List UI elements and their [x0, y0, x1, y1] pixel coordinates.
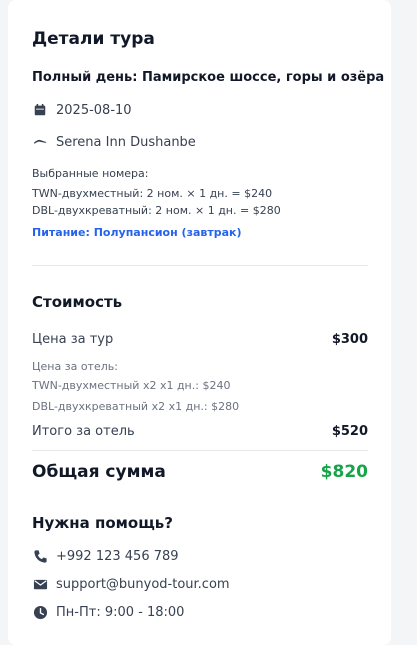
hotel-total-label: Итого за отель — [32, 424, 135, 439]
rooms-label: Выбранные номера: — [32, 167, 149, 180]
hotel-row: Serena Inn Dushanbe — [32, 134, 196, 150]
office-hours: Пн-Пт: 9:00 - 18:00 — [56, 604, 185, 620]
grand-total-value: $820 — [320, 462, 368, 482]
hotel-price-label: Цена за отель: — [32, 360, 118, 373]
tour-price-row: Цена за тур $300 — [32, 332, 368, 347]
tour-price-value: $300 — [331, 332, 368, 347]
tour-details-card: Детали тура Полный день: Памирское шоссе… — [8, 0, 391, 645]
grand-total-row: Общая сумма $820 — [32, 462, 368, 482]
calendar-icon — [32, 102, 48, 118]
tour-name: Полный день: Памирское шоссе, горы и озё… — [32, 70, 385, 85]
hotel-total-value: $520 — [331, 424, 368, 439]
details-title: Детали тура — [32, 29, 155, 49]
room-line: TWN-двухместный: 2 ном. × 1 дн. = $240 — [32, 187, 273, 200]
hotel-price-line: TWN-двухместный x2 x1 дн.: $240 — [32, 379, 231, 392]
divider — [32, 265, 368, 266]
bed-icon — [32, 134, 48, 150]
mail-icon — [32, 576, 48, 592]
hours-row: Пн-Пт: 9:00 - 18:00 — [32, 604, 184, 620]
room-line: DBL-двухкреватный: 2 ном. × 1 дн. = $280 — [32, 204, 281, 217]
hotel-name: Serena Inn Dushanbe — [56, 134, 196, 150]
hotel-total-row: Итого за отель $520 — [32, 424, 368, 439]
email-address[interactable]: support@bunyod-tour.com — [56, 577, 230, 592]
help-title: Нужна помощь? — [32, 514, 173, 532]
phone-icon — [32, 548, 48, 564]
grand-total-label: Общая сумма — [32, 462, 166, 482]
meal-plan: Питание: Полупансион (завтрак) — [32, 226, 242, 239]
phone-row[interactable]: +992 123 456 789 — [32, 548, 179, 564]
tour-price-label: Цена за тур — [32, 332, 114, 347]
tour-date: 2025-08-10 — [56, 102, 132, 118]
tour-date-row: 2025-08-10 — [32, 102, 132, 118]
phone-number[interactable]: +992 123 456 789 — [56, 549, 179, 564]
cost-title: Стоимость — [32, 293, 123, 311]
hotel-price-line: DBL-двухкреватный x2 x1 дн.: $280 — [32, 400, 240, 413]
email-row[interactable]: support@bunyod-tour.com — [32, 576, 230, 592]
divider — [32, 450, 368, 451]
clock-icon — [32, 604, 48, 620]
